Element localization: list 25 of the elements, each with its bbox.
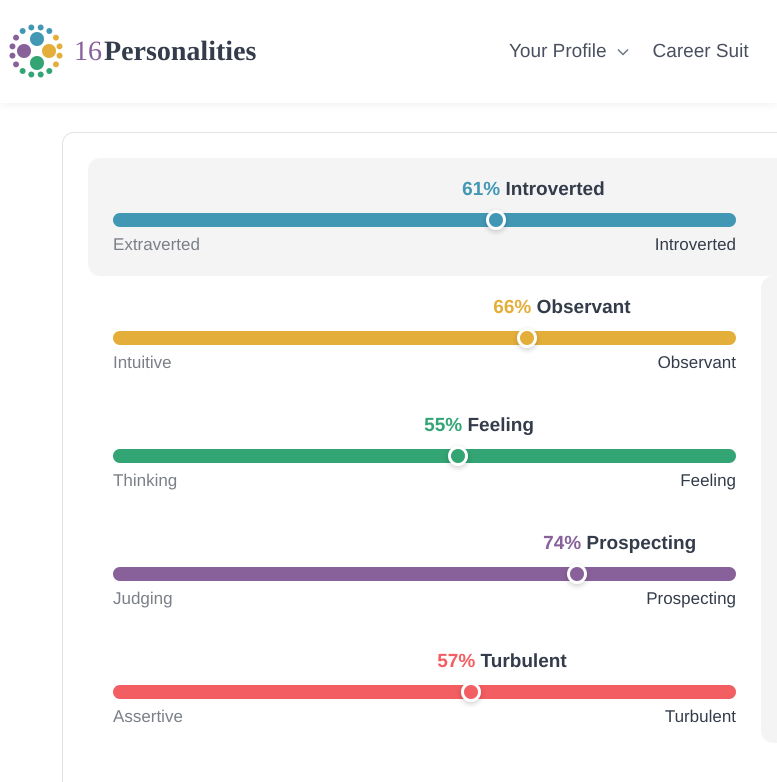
trait-right-label: Turbulent (664, 707, 736, 727)
trait-left-label: Thinking (113, 471, 178, 491)
trait-row[interactable]: 57% Turbulent Assertive Turbulent (88, 630, 761, 748)
logo-number[interactable]: 16 (74, 36, 102, 68)
chevron-down-icon (616, 48, 629, 56)
trait-right-label: Feeling (680, 471, 736, 491)
trait-row[interactable]: 61% Introverted Extraverted Introverted (88, 158, 777, 276)
trait-left-label: Judging (113, 589, 173, 609)
nav-menu-item[interactable]: Career Suit (652, 40, 749, 62)
trait-left-label: Extraverted (113, 235, 200, 255)
trait-result: 55% Feeling (424, 414, 534, 438)
trait-result: 61% Introverted (462, 178, 605, 202)
trait-right-label: Observant (658, 353, 736, 373)
trait-row[interactable]: 66% Observant Intuitive Observant (88, 276, 761, 394)
logo-wordmark[interactable]: Personalities (104, 36, 256, 68)
trait-row[interactable]: 74% Prospecting Judging Prospecting (88, 512, 761, 630)
nav-menu-item[interactable]: Your Profile (509, 40, 629, 62)
trait-right-label: Introverted (654, 235, 736, 255)
trait-result: 74% Prospecting (543, 532, 696, 556)
trait-row[interactable]: 55% Feeling Thinking Feeling (88, 394, 761, 512)
trait-right-label: Prospecting (646, 589, 736, 609)
trait-result: 57% Turbulent (437, 650, 567, 674)
trait-result: 66% Observant (493, 296, 631, 320)
trait-left-label: Intuitive (113, 353, 172, 373)
trait-left-label: Assertive (113, 707, 183, 727)
